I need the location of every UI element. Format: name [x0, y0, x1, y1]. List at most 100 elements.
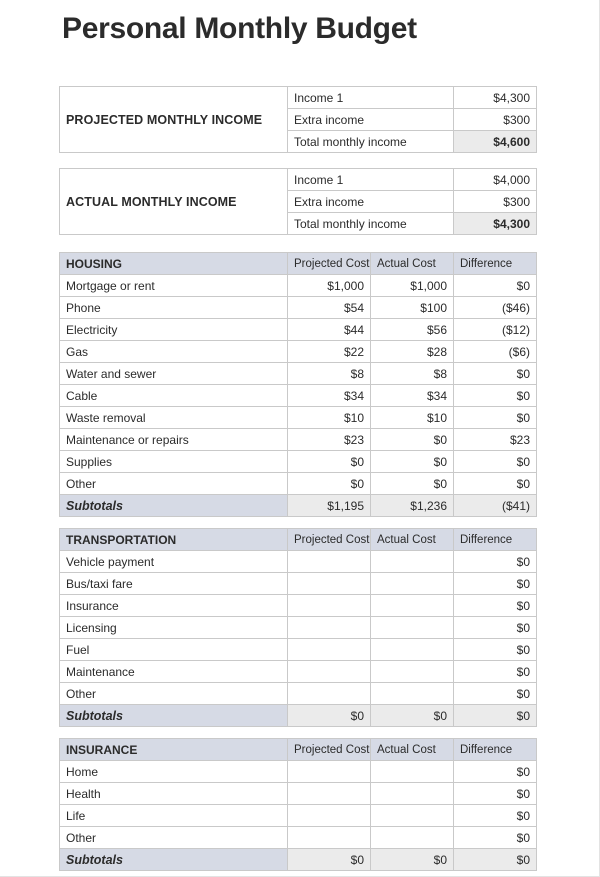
- expense-row-label[interactable]: Vehicle payment: [59, 550, 288, 573]
- expense-row-label[interactable]: Maintenance or repairs: [59, 428, 288, 451]
- expense-row-label[interactable]: Phone: [59, 296, 288, 319]
- projected-cost-cell[interactable]: [287, 572, 371, 595]
- difference-cell[interactable]: $23: [453, 428, 537, 451]
- actual-cost-cell[interactable]: [370, 638, 454, 661]
- expense-row-label[interactable]: Cable: [59, 384, 288, 407]
- difference-cell[interactable]: $0: [453, 826, 537, 849]
- subtotals-row: Subtotals $0 $0 $0: [59, 704, 537, 727]
- actual-cost-cell[interactable]: $100: [370, 296, 454, 319]
- expense-row-label[interactable]: Gas: [59, 340, 288, 363]
- actual-cost-cell[interactable]: [370, 760, 454, 783]
- table-row: PROJECTED MONTHLY INCOME Income 1 $4,300: [59, 86, 537, 153]
- difference-cell[interactable]: $0: [453, 550, 537, 573]
- projected-cost-cell[interactable]: $0: [287, 450, 371, 473]
- actual-cost-cell[interactable]: $0: [370, 472, 454, 495]
- subtotals-label: Subtotals: [59, 494, 288, 517]
- projected-cost-cell[interactable]: [287, 826, 371, 849]
- difference-cell[interactable]: $0: [453, 638, 537, 661]
- actual-cost-cell[interactable]: [370, 804, 454, 827]
- expense-row-label[interactable]: Licensing: [59, 616, 288, 639]
- income-row-label[interactable]: Income 1: [287, 168, 454, 191]
- income-row-label[interactable]: Extra income: [287, 108, 454, 131]
- actual-cost-cell[interactable]: $0: [370, 450, 454, 473]
- expense-row-label[interactable]: Maintenance: [59, 660, 288, 683]
- projected-cost-cell[interactable]: $10: [287, 406, 371, 429]
- income-total-value[interactable]: $4,300: [453, 212, 537, 235]
- expense-row-label[interactable]: Home: [59, 760, 288, 783]
- actual-cost-cell[interactable]: $1,000: [370, 274, 454, 297]
- difference-cell[interactable]: $0: [453, 616, 537, 639]
- income-table: PROJECTED MONTHLY INCOME Income 1 $4,300 Ex…: [59, 86, 537, 153]
- difference-cell[interactable]: $0: [453, 682, 537, 705]
- income-row-value[interactable]: $300: [453, 108, 537, 131]
- income-row-label[interactable]: Income 1: [287, 86, 454, 109]
- projected-cost-cell[interactable]: [287, 660, 371, 683]
- income-total-value[interactable]: $4,600: [453, 130, 537, 153]
- difference-cell[interactable]: $0: [453, 760, 537, 783]
- actual-cost-cell[interactable]: [370, 594, 454, 617]
- difference-cell[interactable]: $0: [453, 594, 537, 617]
- actual-cost-cell[interactable]: [370, 682, 454, 705]
- difference-cell[interactable]: ($6): [453, 340, 537, 363]
- expense-row-label[interactable]: Life: [59, 804, 288, 827]
- projected-cost-cell[interactable]: [287, 760, 371, 783]
- expense-row-label[interactable]: Bus/taxi fare: [59, 572, 288, 595]
- expense-row-label[interactable]: Waste removal: [59, 406, 288, 429]
- expense-row-label[interactable]: Electricity: [59, 318, 288, 341]
- projected-cost-cell[interactable]: [287, 782, 371, 805]
- difference-cell[interactable]: $0: [453, 362, 537, 385]
- expense-row-label[interactable]: Other: [59, 682, 288, 705]
- actual-cost-cell[interactable]: $8: [370, 362, 454, 385]
- difference-cell[interactable]: $0: [453, 660, 537, 683]
- income-row-value[interactable]: $4,300: [453, 86, 537, 109]
- projected-cost-cell[interactable]: $1,000: [287, 274, 371, 297]
- actual-cost-cell[interactable]: $34: [370, 384, 454, 407]
- actual-cost-cell[interactable]: $10: [370, 406, 454, 429]
- expense-row-label[interactable]: Fuel: [59, 638, 288, 661]
- projected-cost-cell[interactable]: [287, 638, 371, 661]
- difference-cell[interactable]: $0: [453, 384, 537, 407]
- expense-row-label[interactable]: Water and sewer: [59, 362, 288, 385]
- income-row-value[interactable]: $300: [453, 190, 537, 213]
- difference-cell[interactable]: $0: [453, 572, 537, 595]
- difference-cell[interactable]: $0: [453, 782, 537, 805]
- actual-cost-cell[interactable]: [370, 826, 454, 849]
- income-row-label[interactable]: Extra income: [287, 190, 454, 213]
- actual-cost-cell[interactable]: [370, 660, 454, 683]
- projected-cost-cell[interactable]: $0: [287, 472, 371, 495]
- projected-cost-cell[interactable]: [287, 616, 371, 639]
- actual-cost-cell[interactable]: $56: [370, 318, 454, 341]
- projected-cost-cell[interactable]: $34: [287, 384, 371, 407]
- projected-cost-cell[interactable]: [287, 550, 371, 573]
- projected-cost-cell[interactable]: [287, 682, 371, 705]
- expense-row-label[interactable]: Other: [59, 826, 288, 849]
- income-row-value[interactable]: $4,000: [453, 168, 537, 191]
- projected-cost-cell[interactable]: [287, 804, 371, 827]
- actual-cost-cell[interactable]: [370, 616, 454, 639]
- difference-cell[interactable]: ($46): [453, 296, 537, 319]
- projected-cost-cell[interactable]: $44: [287, 318, 371, 341]
- difference-cell[interactable]: $0: [453, 450, 537, 473]
- expense-row-label[interactable]: Health: [59, 782, 288, 805]
- projected-cost-cell[interactable]: $54: [287, 296, 371, 319]
- projected-cost-cell[interactable]: [287, 594, 371, 617]
- expense-row-label[interactable]: Insurance: [59, 594, 288, 617]
- difference-cell[interactable]: $0: [453, 274, 537, 297]
- projected-cost-cell[interactable]: $23: [287, 428, 371, 451]
- projected-cost-cell[interactable]: $22: [287, 340, 371, 363]
- difference-cell[interactable]: ($12): [453, 318, 537, 341]
- difference-cell[interactable]: $0: [453, 406, 537, 429]
- difference-cell[interactable]: $0: [453, 472, 537, 495]
- actual-cost-cell[interactable]: $28: [370, 340, 454, 363]
- projected-cost-cell[interactable]: $8: [287, 362, 371, 385]
- income-row-label[interactable]: Total monthly income: [287, 130, 454, 153]
- expense-row-label[interactable]: Mortgage or rent: [59, 274, 288, 297]
- income-row-label[interactable]: Total monthly income: [287, 212, 454, 235]
- difference-cell[interactable]: $0: [453, 804, 537, 827]
- actual-cost-cell[interactable]: $0: [370, 428, 454, 451]
- actual-cost-cell[interactable]: [370, 782, 454, 805]
- actual-cost-cell[interactable]: [370, 572, 454, 595]
- expense-row-label[interactable]: Supplies: [59, 450, 288, 473]
- actual-cost-cell[interactable]: [370, 550, 454, 573]
- expense-row-label[interactable]: Other: [59, 472, 288, 495]
